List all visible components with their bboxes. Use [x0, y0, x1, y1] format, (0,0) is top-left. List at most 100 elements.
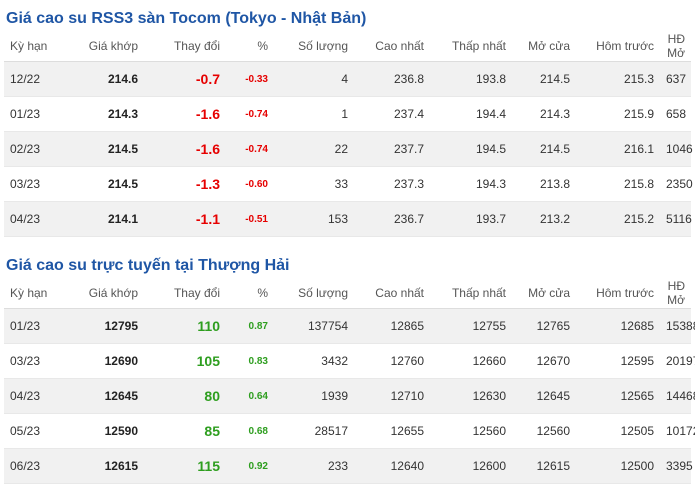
cell-low: 12630 — [430, 378, 512, 414]
cell-low: 12755 — [430, 308, 512, 344]
cell-volume: 233 — [274, 448, 354, 484]
cell-open: 12670 — [512, 343, 576, 379]
cell-change: 80 — [144, 378, 226, 414]
header-open-interest: HĐ Mở — [660, 31, 691, 62]
cell-change: 115 — [144, 448, 226, 484]
cell-low: 193.7 — [430, 201, 512, 237]
shanghai-section: Giá cao su trực tuyến tại Thượng Hải Kỳ … — [0, 247, 695, 484]
cell-change: -1.6 — [144, 96, 226, 132]
cell-high: 237.3 — [354, 166, 430, 202]
cell-match-price: 12590 — [66, 413, 144, 449]
cell-percent: -0.51 — [226, 201, 274, 237]
cell-open-interest: 637 — [660, 61, 691, 97]
shanghai-header-row: Kỳ hạn Giá khớp Thay đổi % Số lượng Cao … — [4, 278, 691, 309]
cell-percent: -0.33 — [226, 61, 274, 97]
header-low: Thấp nhất — [430, 278, 512, 309]
cell-volume: 28517 — [274, 413, 354, 449]
cell-high: 12640 — [354, 448, 430, 484]
cell-percent: 0.64 — [226, 378, 274, 414]
cell-change: -0.7 — [144, 61, 226, 97]
cell-change: 105 — [144, 343, 226, 379]
cell-previous: 12565 — [576, 378, 660, 414]
header-low: Thấp nhất — [430, 31, 512, 62]
tocom-title: Giá cao su RSS3 sàn Tocom (Tokyo - Nhật … — [6, 10, 367, 27]
header-high: Cao nhất — [354, 278, 430, 309]
cell-percent: 0.68 — [226, 413, 274, 449]
cell-low: 12560 — [430, 413, 512, 449]
cell-match-price: 12690 — [66, 343, 144, 379]
cell-match-price: 12795 — [66, 308, 144, 344]
cell-open: 213.8 — [512, 166, 576, 202]
header-term: Kỳ hạn — [4, 31, 66, 62]
header-percent: % — [226, 31, 274, 62]
cell-match-price: 214.1 — [66, 201, 144, 237]
cell-low: 193.8 — [430, 61, 512, 97]
cell-high: 236.7 — [354, 201, 430, 237]
tocom-header-row: Kỳ hạn Giá khớp Thay đổi % Số lượng Cao … — [4, 31, 691, 62]
table-row: 03/23 12690 105 0.83 3432 12760 12660 12670 1259… — [4, 343, 695, 379]
cell-previous: 215.9 — [576, 96, 660, 132]
cell-percent: -0.74 — [226, 131, 274, 167]
cell-low: 12600 — [430, 448, 512, 484]
cell-open-interest: 658 — [660, 96, 691, 132]
cell-change: -1.6 — [144, 131, 226, 167]
header-change: Thay đổi — [144, 31, 226, 62]
header-volume: Số lượng — [274, 31, 354, 62]
cell-open: 214.5 — [512, 131, 576, 167]
header-percent: % — [226, 278, 274, 309]
cell-open-interest: 2350 — [660, 166, 693, 202]
cell-term: 06/23 — [4, 448, 66, 484]
table-row: 06/23 12615 115 0.92 233 12640 12600 12615 12500… — [4, 448, 693, 484]
cell-change: 85 — [144, 413, 226, 449]
cell-volume: 3432 — [274, 343, 354, 379]
shanghai-title: Giá cao su trực tuyến tại Thượng Hải — [6, 257, 290, 274]
cell-change: -1.3 — [144, 166, 226, 202]
header-match-price: Giá khớp — [66, 278, 144, 309]
cell-term: 01/23 — [4, 96, 66, 132]
cell-term: 03/23 — [4, 166, 66, 202]
cell-open: 12645 — [512, 378, 576, 414]
cell-match-price: 214.3 — [66, 96, 144, 132]
header-high: Cao nhất — [354, 31, 430, 62]
header-open-interest: HĐ Mở — [660, 278, 691, 309]
cell-open: 12560 — [512, 413, 576, 449]
cell-high: 236.8 — [354, 61, 430, 97]
cell-open-interest: 20197 — [660, 343, 695, 379]
cell-volume: 1939 — [274, 378, 354, 414]
cell-volume: 4 — [274, 61, 354, 97]
cell-term: 04/23 — [4, 378, 66, 414]
cell-open: 12615 — [512, 448, 576, 484]
cell-open-interest: 101727 — [660, 413, 695, 449]
cell-volume: 137754 — [274, 308, 354, 344]
cell-percent: 0.83 — [226, 343, 274, 379]
header-volume: Số lượng — [274, 278, 354, 309]
cell-change: 110 — [144, 308, 226, 344]
cell-percent: 0.92 — [226, 448, 274, 484]
cell-match-price: 214.5 — [66, 131, 144, 167]
cell-open-interest: 1046 — [660, 131, 693, 167]
cell-previous: 12685 — [576, 308, 660, 344]
table-row: 01/23 214.3 -1.6 -0.74 1 237.4 194.4 214.3 215.9… — [4, 96, 691, 132]
cell-volume: 33 — [274, 166, 354, 202]
cell-term: 01/23 — [4, 308, 66, 344]
cell-percent: -0.60 — [226, 166, 274, 202]
tocom-section: Giá cao su RSS3 sàn Tocom (Tokyo - Nhật … — [0, 0, 695, 237]
cell-open: 12765 — [512, 308, 576, 344]
header-open: Mở cửa — [512, 278, 576, 309]
tocom-body: 12/22 214.6 -0.7 -0.33 4 236.8 193.8 214.5 215.3… — [4, 61, 693, 237]
header-change: Thay đổi — [144, 278, 226, 309]
cell-volume: 153 — [274, 201, 354, 237]
cell-term: 05/23 — [4, 413, 66, 449]
tocom-table: Kỳ hạn Giá khớp Thay đổi % Số lượng Cao … — [4, 31, 693, 237]
cell-open-interest: 153884 — [660, 308, 695, 344]
cell-term: 04/23 — [4, 201, 66, 237]
cell-high: 237.7 — [354, 131, 430, 167]
table-row: 01/23 12795 110 0.87 137754 12865 12755 12765 12… — [4, 308, 695, 344]
shanghai-table: Kỳ hạn Giá khớp Thay đổi % Số lượng Cao … — [4, 278, 695, 484]
cell-open-interest: 14468 — [660, 378, 695, 414]
header-previous: Hôm trước — [576, 278, 660, 309]
cell-high: 12865 — [354, 308, 430, 344]
cell-volume: 22 — [274, 131, 354, 167]
cell-previous: 12500 — [576, 448, 660, 484]
cell-low: 194.5 — [430, 131, 512, 167]
